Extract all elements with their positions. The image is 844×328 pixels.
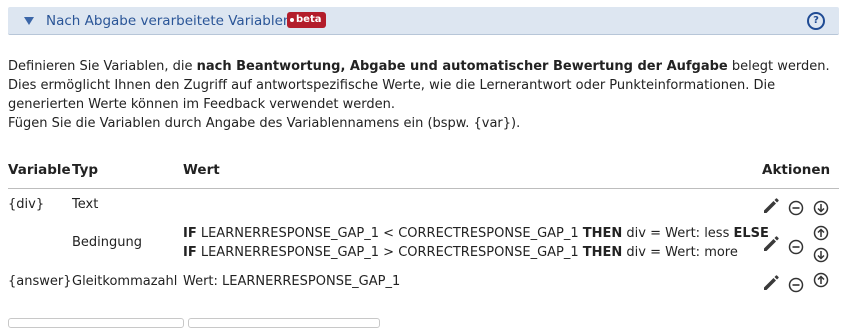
collapse-triangle-icon[interactable] [24,17,34,25]
variable-value: Wert: LEARNERRESPONSE_GAP_1 [183,274,401,289]
section-title[interactable]: Nach Abgabe verarbeitete Variablen [46,13,291,29]
description-paragraph-1: Definieren Sie Variablen, die nach Beant… [8,59,830,112]
help-icon[interactable]: ? [807,12,825,30]
variable-type: Bedingung [72,235,143,250]
arrow-down-circle-icon[interactable] [813,200,829,216]
minus-circle-icon[interactable] [788,239,804,255]
section-header[interactable]: Nach Abgabe verarbeitete Variablen beta … [8,7,839,35]
pencil-icon[interactable] [761,195,781,215]
arrow-down-circle-icon[interactable] [813,247,829,263]
column-header-actions: Aktionen [762,162,831,178]
minus-circle-icon[interactable] [788,277,804,293]
variable-name: {answer} [8,274,72,289]
add-variable-button[interactable] [188,318,380,328]
arrow-up-circle-icon[interactable] [813,272,829,288]
pencil-icon[interactable] [761,233,781,253]
variable-type: Text [72,197,99,212]
condition-line: IF LEARNERRESPONSE_GAP_1 > CORRECTRESPON… [183,245,738,260]
header-divider [8,188,839,189]
minus-circle-icon[interactable] [788,200,804,216]
add-variable-select[interactable] [8,318,184,328]
variable-type: Gleitkommazahl [72,274,178,289]
column-header-value: Wert [183,162,220,178]
beta-badge: beta [287,12,327,28]
description: Definieren Sie Variablen, die nach Beant… [8,57,838,133]
variable-name: {div} [8,197,45,212]
column-header-type: Typ [72,162,99,178]
description-paragraph-2: Fügen Sie die Variablen durch Angabe des… [8,116,521,131]
condition-line: IF LEARNERRESPONSE_GAP_1 < CORRECTRESPON… [183,226,769,241]
column-header-variable: Variable [8,162,71,178]
pencil-icon[interactable] [761,272,781,292]
arrow-up-circle-icon[interactable] [813,225,829,241]
